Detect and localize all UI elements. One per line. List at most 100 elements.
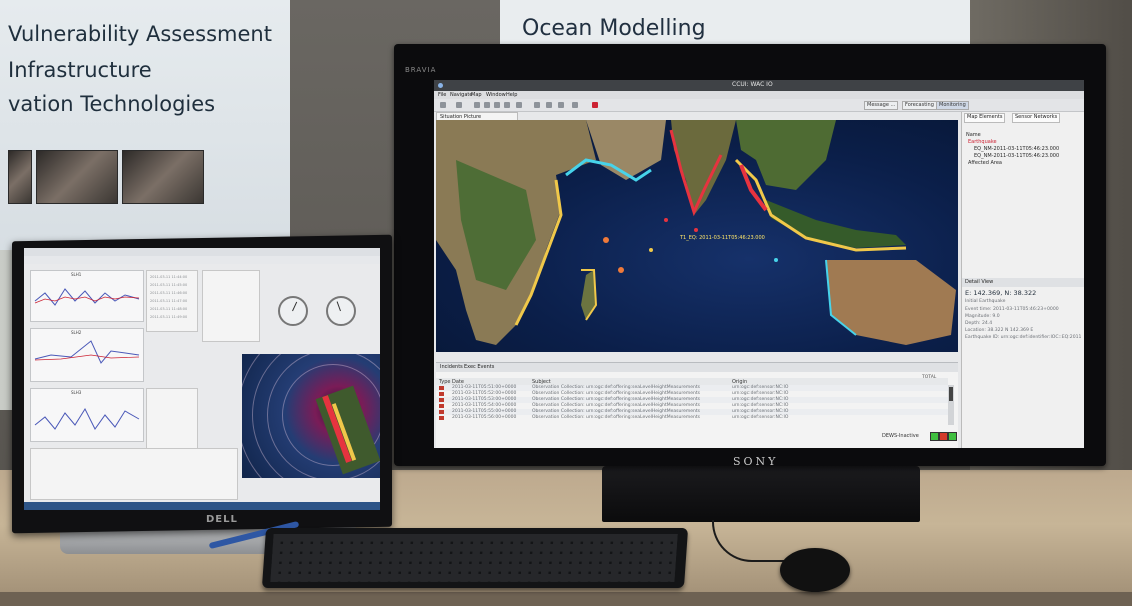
- chart-lines: [34, 340, 140, 364]
- table-cell: 2011-03-11 11:48:00: [150, 307, 188, 311]
- event-list: [30, 448, 238, 500]
- table-cell: 2011-03-11 11:47:00: [150, 299, 188, 303]
- poster-line-1: Vulnerability Assessment: [8, 22, 272, 46]
- row-origin: urn:ogc:def:sensor:NC:IO: [732, 397, 789, 402]
- row-subject: Observation Collection: urn:ogc:def:offe…: [532, 391, 701, 396]
- sea-level-chart: SLH3: [30, 388, 144, 442]
- tv-screen: CCUI: WAC IO File Navigate Map Window He…: [434, 80, 1084, 448]
- tree-item-earthquake[interactable]: Earthquake: [968, 139, 997, 145]
- readings-table: [146, 388, 198, 450]
- table-cell: 2011-03-11 11:45:00: [150, 283, 188, 287]
- menu-help[interactable]: Help: [506, 92, 517, 98]
- events-panel: Incidents Exec Events TOTAL Type Date Su…: [436, 362, 958, 448]
- hazard-point: [664, 218, 668, 222]
- scrollbar-thumb[interactable]: [949, 387, 953, 401]
- gauge: [278, 296, 308, 326]
- events-scrollbar[interactable]: [948, 385, 954, 425]
- row-date: 2011-03-11T05:52:00+0000: [452, 391, 517, 396]
- perspective-message[interactable]: Message ...: [864, 101, 899, 110]
- table-cell: 2011-03-11 11:49:00: [150, 315, 188, 319]
- row-origin: urn:ogc:def:sensor:NC:IO: [732, 409, 789, 414]
- chart-lines: [34, 407, 140, 430]
- situation-map[interactable]: T1_EQ: 2011-03-11T05:46:23.000: [436, 120, 958, 352]
- menu-navigate[interactable]: Navigate: [450, 92, 472, 98]
- sea-level-chart: SLH2: [30, 328, 144, 382]
- hazard-point: [649, 248, 653, 252]
- keyboard: [261, 528, 689, 588]
- chart-title: SLH3: [71, 390, 82, 395]
- hazard-point: [774, 258, 778, 262]
- monitor-logo: DELL: [206, 514, 238, 525]
- detail-row: Earthquake ID: urn:ogc:def:identifier:IO…: [965, 335, 1082, 340]
- tv-brand: BRAVIA: [405, 66, 437, 74]
- toolbar-button[interactable]: [484, 102, 490, 108]
- detail-row: Initial Earthquake: [965, 299, 1006, 304]
- tab-incidents[interactable]: Incidents: [440, 364, 463, 370]
- app-titlebar: CCUI: WAC IO: [434, 80, 1084, 91]
- chart-title: SLH1: [71, 272, 82, 277]
- detail-row: Depth: 24.4: [965, 321, 993, 326]
- toolbar-button[interactable]: [440, 102, 446, 108]
- table-row[interactable]: 2011-03-11T05:56:00+0000 Observation Col…: [436, 415, 948, 421]
- row-date: 2011-03-11T05:56:00+0000: [452, 415, 517, 420]
- toolbar-button[interactable]: [546, 102, 552, 108]
- toolbar-button[interactable]: [474, 102, 480, 108]
- tree-item[interactable]: EQ_NM-2011-03-11T05:46:23.000: [974, 146, 1059, 152]
- poster-photo: [36, 150, 118, 204]
- table-cell: 2011-03-11 11:46:00: [150, 291, 188, 295]
- app-logo-icon: [438, 83, 443, 88]
- tab-sensor-networks[interactable]: Sensor Networks: [1012, 113, 1061, 123]
- tree-item-affected-area[interactable]: Affected Area: [968, 160, 1002, 166]
- desk-edge: [0, 592, 1132, 606]
- tab-map-elements[interactable]: Map Elements: [964, 113, 1006, 123]
- toolbar-button[interactable]: [494, 102, 500, 108]
- status-led: [930, 432, 939, 441]
- tree-header: Name: [966, 132, 981, 138]
- hazard-point: [618, 267, 624, 273]
- detail-row: Location: 38.322 N 142.369 E: [965, 328, 1034, 333]
- row-date: 2011-03-11T05:53:00+0000: [452, 397, 517, 402]
- toolbar-button[interactable]: [558, 102, 564, 108]
- series-line: [34, 354, 140, 361]
- event-icon: [439, 404, 444, 408]
- gauge: [326, 296, 356, 326]
- mouse: [780, 548, 850, 592]
- row-subject: Observation Collection: urn:ogc:def:offe…: [532, 397, 701, 402]
- perspective-monitoring[interactable]: Monitoring: [936, 101, 969, 110]
- gauge-needle: [336, 301, 341, 312]
- row-origin: urn:ogc:def:sensor:NC:IO: [732, 391, 789, 396]
- toolbar-button[interactable]: [504, 102, 510, 108]
- taskbar: [24, 502, 380, 510]
- poster-line-2: Infrastructure: [8, 58, 152, 82]
- tv-stand: [602, 466, 920, 522]
- event-icon: [439, 386, 444, 390]
- tab-exec-events[interactable]: Exec Events: [464, 364, 494, 370]
- landmass-australia: [826, 260, 956, 345]
- menu-file[interactable]: File: [438, 92, 446, 98]
- toolbar-button[interactable]: [572, 102, 578, 108]
- perspective-forecasting[interactable]: Forecasting: [902, 101, 937, 110]
- readings-table: [202, 270, 260, 342]
- gauge-needle: [292, 301, 298, 312]
- tsunami-propagation-map[interactable]: [242, 354, 380, 478]
- side-panel: Map Elements Sensor Networks Name Earthq…: [961, 112, 1084, 448]
- events-tabs: Incidents Exec Events: [436, 363, 958, 372]
- status-bar: DEWS-Inactive: [882, 432, 958, 441]
- toolbar-button[interactable]: [516, 102, 522, 108]
- tv-logo: SONY: [733, 455, 779, 468]
- row-subject: Observation Collection: urn:ogc:def:offe…: [532, 409, 701, 414]
- event-icon: [439, 392, 444, 396]
- readings-table: 2011-03-11 11:44:00 2011-03-11 11:45:00 …: [146, 270, 198, 332]
- menu-map[interactable]: Map: [471, 92, 482, 98]
- toolbar-button[interactable]: [534, 102, 540, 108]
- detail-title: E: 142.369, N: 38.322: [965, 289, 1037, 297]
- events-table-body: 2011-03-11T05:51:00+0000 Observation Col…: [436, 385, 948, 425]
- alert-icon[interactable]: [592, 102, 598, 108]
- detail-row: Event time: 2011-03-11T05:46:23+0000: [965, 307, 1059, 312]
- toolbar-button[interactable]: [456, 102, 462, 108]
- detail-view-header: Detail View: [962, 278, 1084, 287]
- menu-window[interactable]: Window: [486, 92, 506, 98]
- table-cell: 2011-03-11 11:44:00: [150, 275, 188, 279]
- tree-item[interactable]: EQ_NM-2011-03-11T05:46:23.000: [974, 153, 1059, 159]
- detail-view-label: Detail View: [965, 279, 994, 285]
